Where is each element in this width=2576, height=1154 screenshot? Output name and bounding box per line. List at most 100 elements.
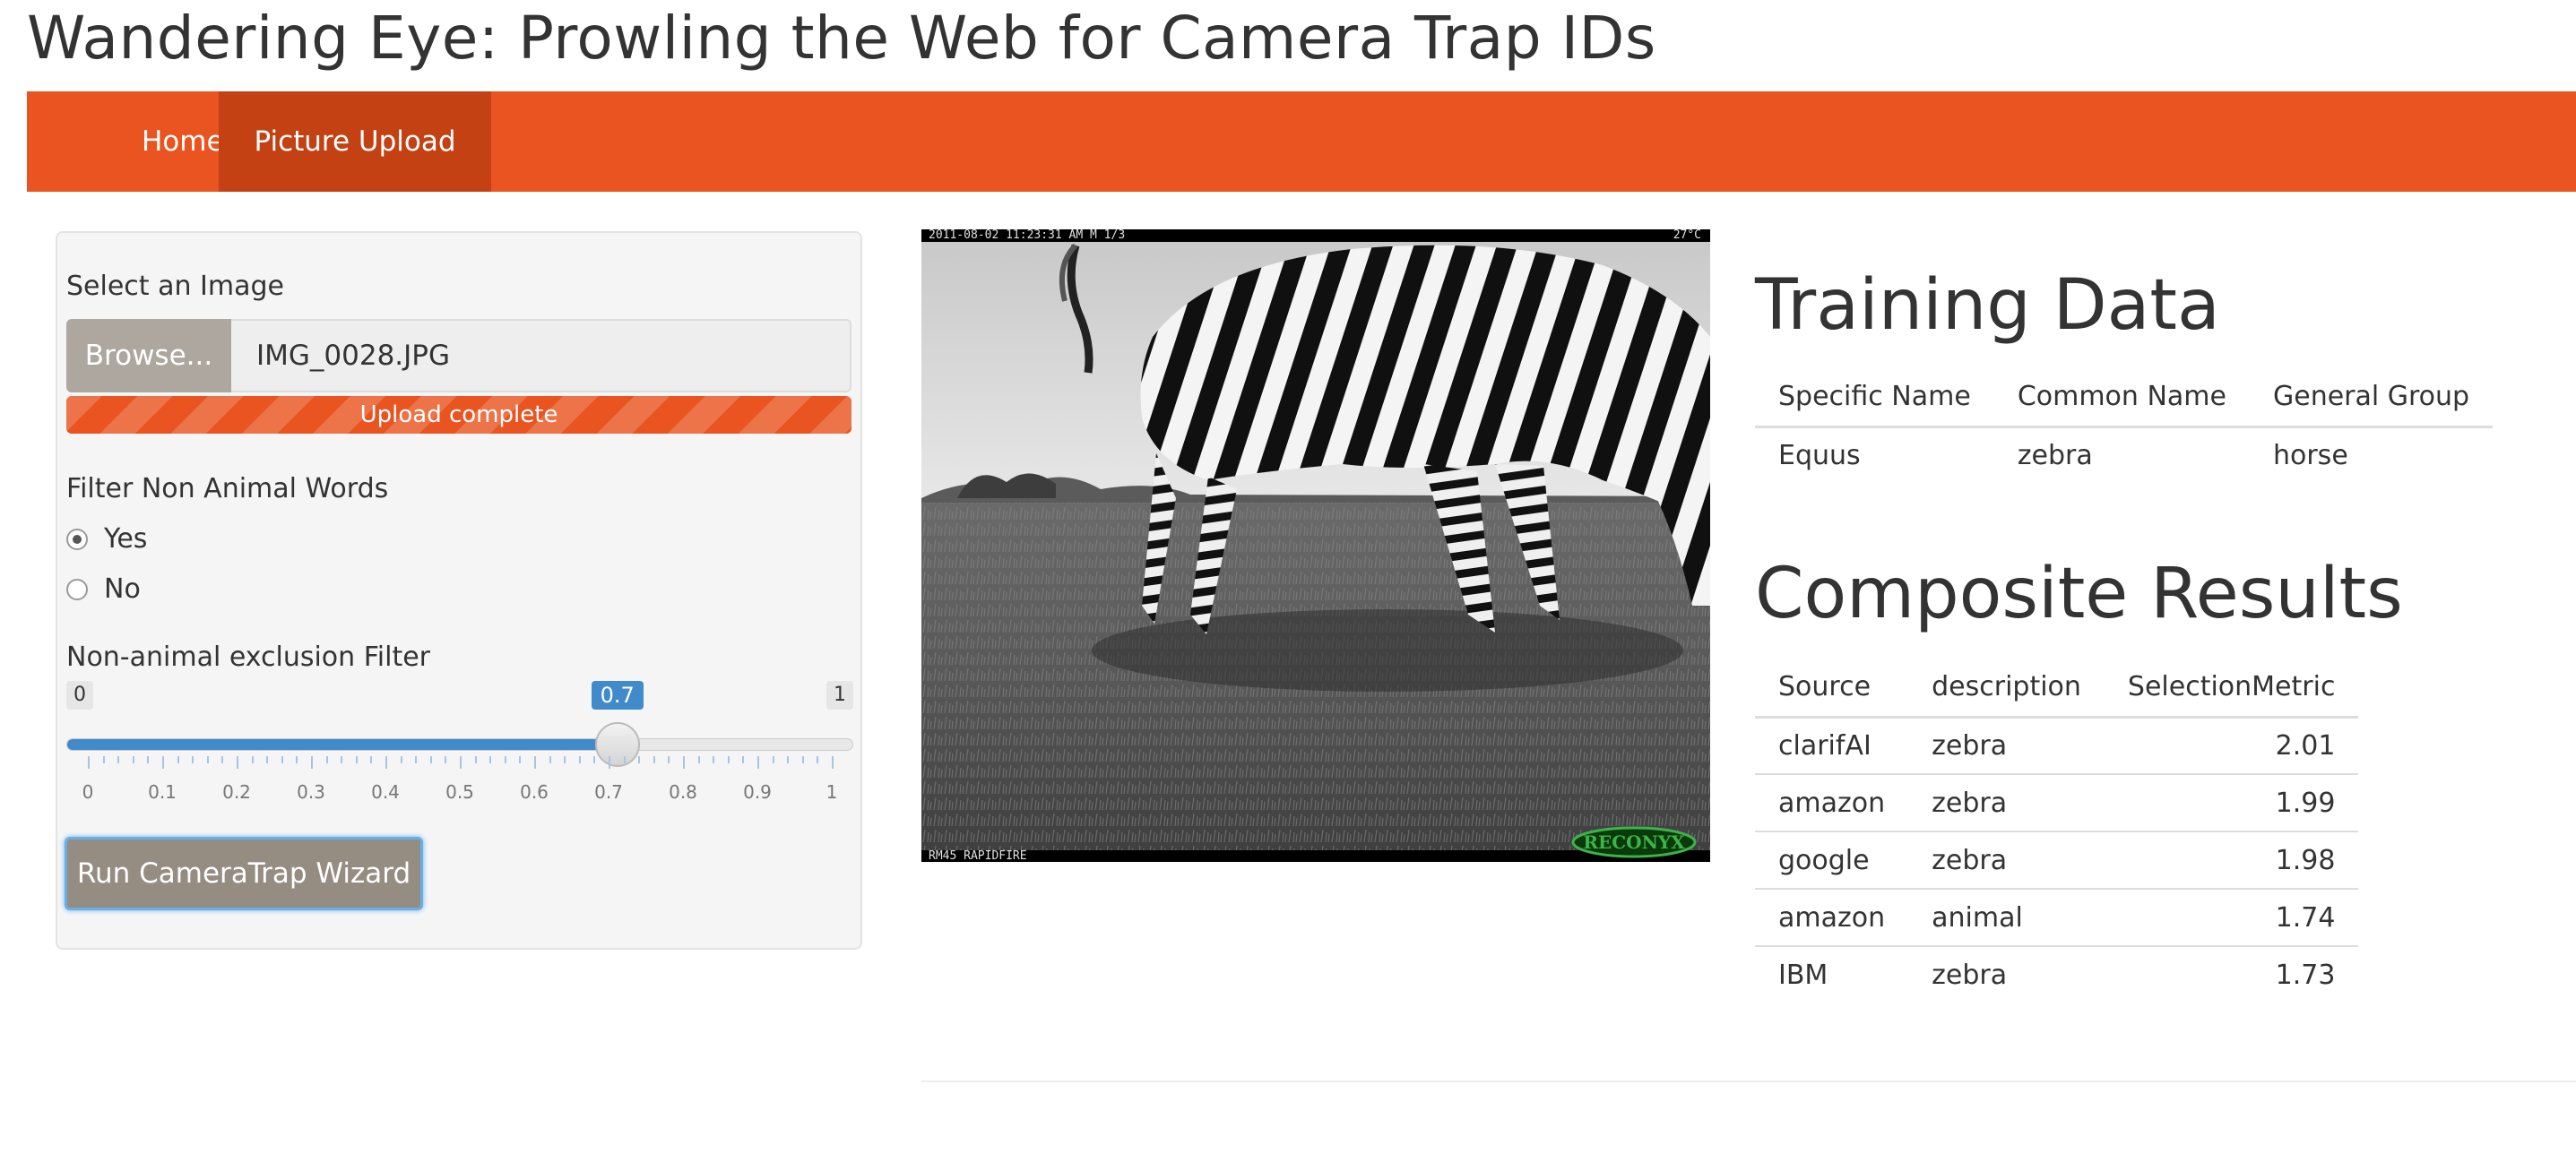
column-header: SelectionMetric — [2104, 658, 2359, 719]
slider-major-tick — [757, 756, 759, 769]
table-row: amazon zebra 1.99 — [1755, 774, 2359, 832]
browse-button[interactable]: Browse... — [66, 319, 231, 392]
slider-fill — [67, 739, 618, 750]
column-header: Specific Name — [1755, 367, 1994, 428]
slider-minor-tick — [132, 756, 134, 763]
slider-minor-tick — [147, 756, 150, 763]
table-cell: IBM — [1778, 960, 1828, 991]
slider-max-label: 1 — [826, 681, 853, 710]
slider-major-tick — [385, 756, 387, 769]
slider-minor-tick — [251, 756, 254, 763]
run-cameratrap-wizard-button[interactable]: Run CameraTrap Wizard — [65, 837, 423, 910]
training-data-heading: Training Data — [1755, 265, 2220, 346]
slider-minor-tick — [355, 756, 358, 763]
table-cell: amazon — [1755, 889, 1909, 947]
slider-major-tick — [237, 756, 238, 769]
tab-picture-upload[interactable]: Picture Upload — [219, 91, 491, 192]
column-header: Source — [1755, 658, 1909, 719]
slider-minor-tick — [787, 756, 790, 763]
slider-minor-tick — [429, 756, 432, 763]
slider-major-tick — [683, 756, 685, 769]
slider-minor-tick — [653, 756, 655, 763]
training-data-table: Specific Name Common Name General Group … — [1755, 367, 2494, 484]
sidebar-panel: Select an Image Browse... IMG_0028.JPG U… — [56, 231, 862, 950]
slider-major-tick — [832, 756, 834, 769]
slider-minor-tick — [713, 756, 715, 763]
slider-value-label: 0.7 — [591, 681, 644, 710]
photo-timestamp: 2011-08-02 11:23:31 AM M 1/3 — [929, 229, 1126, 242]
slider-tick-label: 0.9 — [743, 781, 772, 803]
slider-minor-tick — [370, 756, 373, 763]
slider-minor-tick — [742, 756, 745, 763]
slider-minor-tick — [281, 756, 283, 763]
slider-minor-tick — [341, 756, 343, 763]
column-header: description — [1908, 658, 2105, 719]
upload-progress-text: Upload complete — [359, 401, 558, 428]
slider-minor-tick — [192, 756, 194, 763]
slider-minor-tick — [474, 756, 477, 763]
slider-minor-tick — [177, 756, 179, 763]
slider-minor-tick — [221, 756, 224, 763]
slider-major-tick — [534, 756, 536, 769]
slider-minor-tick — [801, 756, 804, 763]
slider-major-tick — [460, 756, 462, 769]
file-name-field[interactable]: IMG_0028.JPG — [231, 319, 851, 392]
composite-results-heading: Composite Results — [1755, 554, 2403, 634]
file-input-label: Select an Image — [66, 271, 284, 302]
slider-tick-label: 0.8 — [669, 781, 697, 803]
table-cell: animal — [1908, 889, 2105, 947]
slider-minor-tick — [445, 756, 447, 763]
table-cell: 1.99 — [2104, 774, 2359, 832]
radio-no-label: No — [104, 573, 141, 605]
slider-minor-tick — [266, 756, 269, 763]
slider-minor-tick — [727, 756, 730, 763]
reconyx-logo: RECONYX — [1583, 831, 1685, 853]
slider-minor-tick — [817, 756, 819, 763]
slider-major-tick — [88, 756, 90, 769]
slider-minor-tick — [489, 756, 492, 763]
photo-camera-model: RM45 RAPIDFIRE — [929, 849, 1027, 862]
slider-minor-tick — [296, 756, 298, 763]
photo-temperature: 27°C — [1673, 229, 1701, 242]
slider-minor-tick — [117, 756, 120, 763]
table-cell: zebra — [1908, 774, 2105, 832]
radio-yes[interactable] — [66, 529, 88, 550]
slider-minor-tick — [593, 756, 596, 763]
slider-handle[interactable] — [594, 722, 640, 767]
slider-tick-label: 1 — [826, 781, 838, 803]
slider-tick-label: 0.3 — [297, 781, 325, 803]
table-cell: 1.73 — [2275, 960, 2336, 991]
slider-major-tick — [311, 756, 313, 769]
table-row: Equus zebra horse — [1755, 426, 2493, 484]
table-cell: 1.98 — [2104, 831, 2359, 890]
slider-minor-tick — [549, 756, 551, 763]
table-row: clarifAI zebra 2.01 — [1755, 717, 2359, 775]
slider-minor-tick — [325, 756, 328, 763]
table-header-row: Source description SelectionMetric — [1755, 658, 2359, 719]
table-row: google zebra 1.98 — [1755, 831, 2359, 890]
slider-label: Non-animal exclusion Filter — [66, 642, 431, 673]
table-header-row: Specific Name Common Name General Group — [1755, 367, 2494, 428]
table-cell: 1.74 — [2104, 889, 2359, 947]
slider-minor-tick — [400, 756, 402, 763]
slider-tick-label: 0.2 — [222, 781, 251, 803]
table-cell: clarifAI — [1755, 717, 1909, 775]
slider-minor-tick — [206, 756, 209, 763]
slider-min-label: 0 — [66, 681, 93, 710]
exclusion-filter-slider[interactable]: 0 1 0.7 0 0.1 0.2 0.3 0.4 0.5 0.6 0.7 0.8 0.9 1 — [66, 681, 853, 815]
slider-tick-label: 0.7 — [594, 781, 623, 803]
slider-minor-tick — [504, 756, 506, 763]
table-cell: Equus — [1778, 440, 1861, 472]
table-cell: horse — [2272, 440, 2348, 472]
slider-minor-tick — [668, 756, 670, 763]
slider-minor-tick — [772, 756, 774, 763]
radio-no[interactable] — [66, 579, 88, 600]
table-row: IBM zebra 1.73 — [1755, 946, 2358, 1003]
table-cell: 2.01 — [2104, 717, 2359, 775]
slider-track[interactable] — [66, 738, 853, 751]
table-cell: amazon — [1755, 774, 1909, 832]
slider-major-tick — [162, 756, 164, 769]
composite-results-table: Source description SelectionMetric clari… — [1755, 658, 2359, 1003]
slider-minor-tick — [623, 756, 626, 763]
upload-progress-bar: Upload complete — [66, 396, 851, 434]
